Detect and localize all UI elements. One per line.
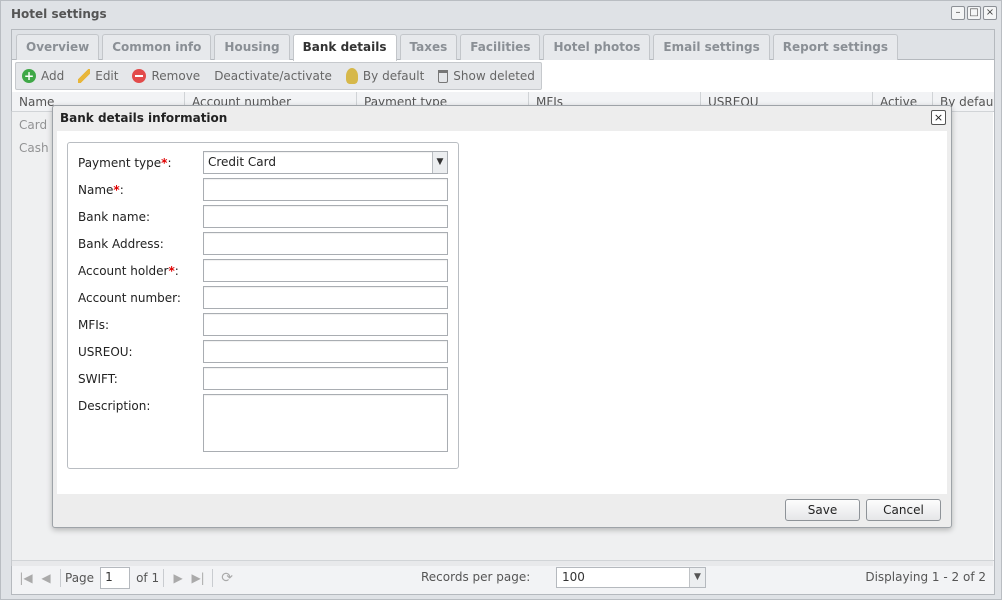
- remove-label: Remove: [151, 69, 201, 83]
- bank-name-input[interactable]: [203, 205, 448, 228]
- account-holder-label: Account holder*:: [78, 264, 179, 278]
- bank-name-row: Bank name:: [78, 205, 450, 229]
- bank-address-row: Bank Address:: [78, 232, 450, 256]
- records-per-page-value: 100: [562, 570, 585, 584]
- save-button[interactable]: Save: [785, 499, 860, 521]
- tab-report-settings[interactable]: Report settings: [772, 34, 898, 60]
- page-number-input[interactable]: 1: [100, 566, 131, 589]
- tab-email-settings[interactable]: Email settings: [653, 34, 770, 60]
- show-deleted-label: Show deleted: [453, 69, 535, 83]
- payment-type-label: Payment type*:: [78, 156, 172, 170]
- last-page-icon[interactable]: ▶|: [188, 571, 208, 585]
- close-icon[interactable]: ×: [983, 6, 997, 20]
- usreou-label: USREOU:: [78, 345, 133, 359]
- displaying-status: Displaying 1 - 2 of 2: [865, 570, 986, 584]
- tab-bar: Overview Common info Housing Bank detail…: [12, 30, 994, 61]
- first-page-icon[interactable]: |◀: [16, 571, 36, 585]
- page-count-label: of 1: [136, 570, 160, 585]
- bank-name-label: Bank name:: [78, 210, 151, 224]
- bank-address-label: Bank Address:: [78, 237, 164, 251]
- tab-taxes[interactable]: Taxes: [399, 34, 458, 60]
- by-default-label: By default: [362, 69, 425, 83]
- swift-input[interactable]: [203, 367, 448, 390]
- tab-bank-details[interactable]: Bank details: [292, 34, 397, 61]
- swift-label: SWIFT:: [78, 372, 118, 386]
- description-row: Description:: [78, 394, 450, 454]
- chevron-down-icon[interactable]: ▼: [432, 152, 447, 173]
- add-button[interactable]: + Add: [22, 69, 64, 83]
- maximize-icon[interactable]: □: [967, 6, 981, 20]
- tab-overview[interactable]: Overview: [16, 34, 100, 60]
- add-label: Add: [41, 69, 65, 83]
- prev-page-icon[interactable]: ◀: [36, 571, 56, 585]
- page-label: Page: [65, 570, 95, 585]
- refresh-icon[interactable]: ⟳: [217, 570, 237, 586]
- account-number-row: Account number:: [78, 286, 450, 310]
- pencil-icon: [78, 69, 91, 83]
- edit-label: Edit: [95, 69, 119, 83]
- tab-facilities[interactable]: Facilities: [460, 34, 541, 60]
- swift-row: SWIFT:: [78, 367, 450, 391]
- name-input[interactable]: [203, 178, 448, 201]
- window-title: Hotel settings: [11, 7, 107, 21]
- account-holder-row: Account holder*:: [78, 259, 450, 283]
- name-label: Name*:: [78, 183, 124, 197]
- window-controls: – □ ×: [951, 6, 997, 20]
- deactivate-label: Deactivate/activate: [214, 69, 332, 83]
- bank-address-input[interactable]: [203, 232, 448, 255]
- usreou-input[interactable]: [203, 340, 448, 363]
- remove-icon: [132, 69, 147, 83]
- tab-hotel-photos[interactable]: Hotel photos: [543, 34, 651, 60]
- description-textarea[interactable]: [203, 394, 448, 452]
- cancel-button[interactable]: Cancel: [866, 499, 941, 521]
- add-icon: +: [22, 69, 36, 83]
- mfis-input[interactable]: [203, 313, 448, 336]
- account-number-label: Account number:: [78, 291, 181, 305]
- account-number-input[interactable]: [203, 286, 448, 309]
- next-page-icon[interactable]: ▶: [168, 571, 188, 585]
- records-per-page-select[interactable]: 100 ▼: [556, 567, 706, 588]
- tab-housing[interactable]: Housing: [214, 34, 290, 60]
- separator: [212, 568, 214, 587]
- usreou-row: USREOU:: [78, 340, 450, 364]
- payment-type-value: Credit Card: [208, 155, 276, 169]
- by-default-button[interactable]: By default: [345, 68, 425, 84]
- description-label: Description:: [78, 399, 151, 413]
- records-per-page-label: Records per page:: [421, 570, 531, 584]
- name-row: Name*:: [78, 178, 450, 202]
- separator: [163, 568, 165, 587]
- minimize-icon[interactable]: –: [951, 6, 965, 20]
- dialog-footer: Save Cancel: [53, 496, 951, 528]
- show-deleted-button[interactable]: Show deleted: [438, 69, 535, 83]
- mfis-label: MFIs:: [78, 318, 110, 332]
- bank-details-form: Payment type*: Credit Card ▼ Name*: Bank…: [67, 142, 459, 469]
- payment-type-row: Payment type*: Credit Card ▼: [78, 151, 450, 175]
- remove-button[interactable]: Remove: [132, 69, 200, 83]
- badge-icon: [345, 68, 358, 84]
- tab-common-info[interactable]: Common info: [102, 34, 212, 60]
- trash-icon: [438, 69, 449, 83]
- dialog-body: Payment type*: Credit Card ▼ Name*: Bank…: [57, 131, 947, 494]
- mfis-row: MFIs:: [78, 313, 450, 337]
- edit-button[interactable]: Edit: [78, 69, 118, 83]
- close-icon[interactable]: ×: [931, 110, 946, 125]
- payment-type-select[interactable]: Credit Card ▼: [203, 151, 448, 174]
- separator: [60, 568, 61, 587]
- chevron-down-icon[interactable]: ▼: [689, 568, 705, 587]
- dialog-title: Bank details information: [60, 111, 228, 125]
- bank-details-dialog: Bank details information × Payment type*…: [52, 105, 952, 528]
- deactivate-activate-button[interactable]: Deactivate/activate: [214, 69, 332, 83]
- account-holder-input[interactable]: [203, 259, 448, 282]
- grid-toolbar: + Add Edit Remove Deactivate/activate By…: [15, 62, 542, 90]
